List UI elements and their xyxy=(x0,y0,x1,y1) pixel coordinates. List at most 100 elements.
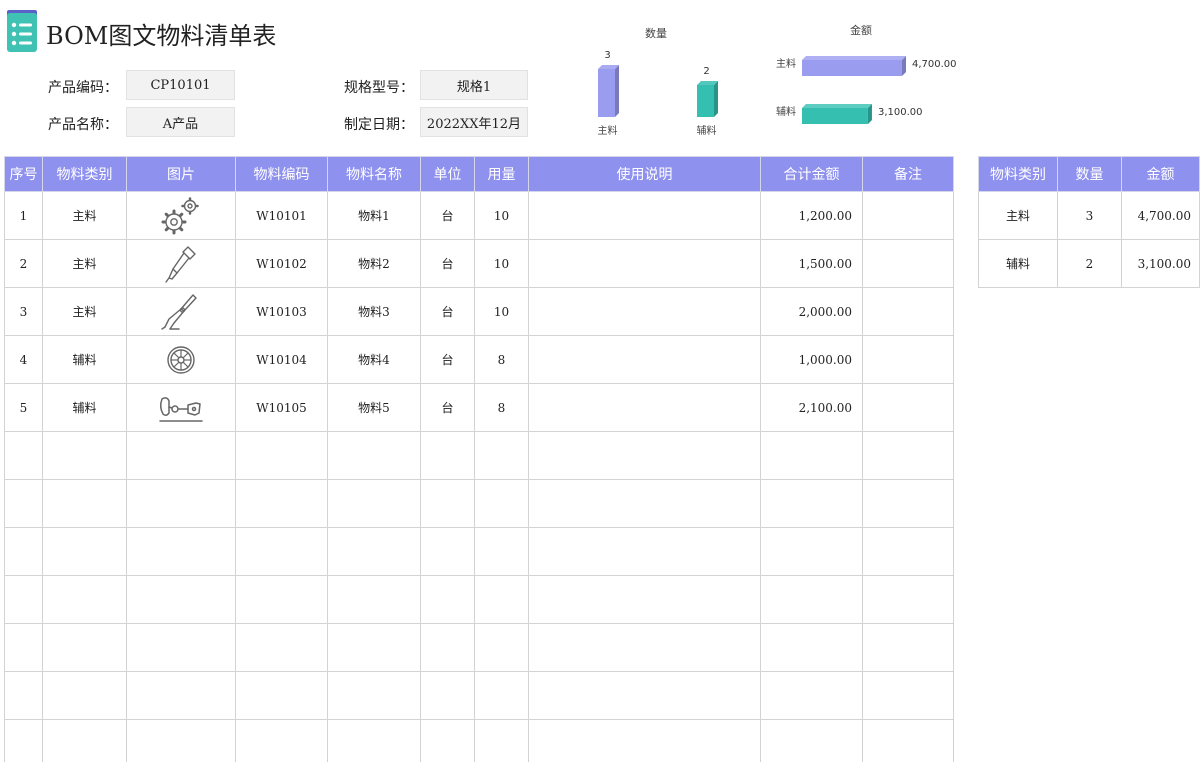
cell-qty[interactable]: 8 xyxy=(474,335,529,384)
cell-no[interactable]: 4 xyxy=(4,335,43,384)
summary-header-amount[interactable]: 金额 xyxy=(1121,156,1200,192)
empty-cell[interactable] xyxy=(4,479,43,528)
summary-cell-amount[interactable]: 3,100.00 xyxy=(1121,239,1200,288)
cell-no[interactable]: 2 xyxy=(4,239,43,288)
empty-cell[interactable] xyxy=(528,431,761,480)
empty-cell[interactable] xyxy=(327,431,421,480)
cell-amount[interactable]: 2,100.00 xyxy=(760,383,863,432)
empty-cell[interactable] xyxy=(327,479,421,528)
header-name[interactable]: 物料名称 xyxy=(327,156,421,192)
empty-cell[interactable] xyxy=(760,623,863,672)
empty-cell[interactable] xyxy=(760,479,863,528)
spec-field[interactable]: 规格1 xyxy=(420,70,528,100)
empty-cell[interactable] xyxy=(126,671,236,720)
empty-cell[interactable] xyxy=(862,575,954,624)
empty-cell[interactable] xyxy=(528,575,761,624)
cell-picture[interactable] xyxy=(126,383,236,432)
empty-cell[interactable] xyxy=(327,527,421,576)
empty-cell[interactable] xyxy=(528,479,761,528)
cell-note[interactable] xyxy=(862,383,954,432)
empty-cell[interactable] xyxy=(235,575,328,624)
cell-name[interactable]: 物料3 xyxy=(327,287,421,336)
summary-cell-qty[interactable]: 3 xyxy=(1057,191,1122,240)
empty-cell[interactable] xyxy=(420,671,475,720)
empty-cell[interactable] xyxy=(42,575,127,624)
cell-amount[interactable]: 1,200.00 xyxy=(760,191,863,240)
summary-cell-category[interactable]: 辅料 xyxy=(978,239,1058,288)
empty-cell[interactable] xyxy=(126,431,236,480)
empty-cell[interactable] xyxy=(528,527,761,576)
cell-unit[interactable]: 台 xyxy=(420,335,475,384)
cell-name[interactable]: 物料2 xyxy=(327,239,421,288)
cell-code[interactable]: W10101 xyxy=(235,191,328,240)
header-unit[interactable]: 单位 xyxy=(420,156,475,192)
empty-cell[interactable] xyxy=(760,431,863,480)
empty-cell[interactable] xyxy=(862,623,954,672)
cell-qty[interactable]: 10 xyxy=(474,191,529,240)
cell-picture[interactable] xyxy=(126,239,236,288)
summary-cell-amount[interactable]: 4,700.00 xyxy=(1121,191,1200,240)
cell-name[interactable]: 物料5 xyxy=(327,383,421,432)
cell-unit[interactable]: 台 xyxy=(420,287,475,336)
empty-cell[interactable] xyxy=(235,623,328,672)
empty-cell[interactable] xyxy=(42,479,127,528)
date-field[interactable]: 2022XX年12月 xyxy=(420,107,528,137)
empty-cell[interactable] xyxy=(474,527,529,576)
summary-cell-category[interactable]: 主料 xyxy=(978,191,1058,240)
empty-cell[interactable] xyxy=(4,527,43,576)
empty-cell[interactable] xyxy=(327,623,421,672)
summary-header-category[interactable]: 物料类别 xyxy=(978,156,1058,192)
empty-cell[interactable] xyxy=(126,479,236,528)
empty-cell[interactable] xyxy=(42,527,127,576)
empty-cell[interactable] xyxy=(420,719,475,762)
empty-cell[interactable] xyxy=(420,479,475,528)
cell-qty[interactable]: 10 xyxy=(474,287,529,336)
cell-name[interactable]: 物料4 xyxy=(327,335,421,384)
empty-cell[interactable] xyxy=(420,431,475,480)
empty-cell[interactable] xyxy=(4,719,43,762)
cell-no[interactable]: 3 xyxy=(4,287,43,336)
header-picture[interactable]: 图片 xyxy=(126,156,236,192)
cell-no[interactable]: 1 xyxy=(4,191,43,240)
header-desc[interactable]: 使用说明 xyxy=(528,156,761,192)
empty-cell[interactable] xyxy=(862,719,954,762)
header-category[interactable]: 物料类别 xyxy=(42,156,127,192)
cell-note[interactable] xyxy=(862,287,954,336)
header-qty[interactable]: 用量 xyxy=(474,156,529,192)
empty-cell[interactable] xyxy=(528,719,761,762)
cell-code[interactable]: W10104 xyxy=(235,335,328,384)
empty-cell[interactable] xyxy=(4,623,43,672)
empty-cell[interactable] xyxy=(760,671,863,720)
cell-note[interactable] xyxy=(862,239,954,288)
empty-cell[interactable] xyxy=(42,623,127,672)
empty-cell[interactable] xyxy=(4,671,43,720)
empty-cell[interactable] xyxy=(474,719,529,762)
product-code-field[interactable]: CP10101 xyxy=(126,70,235,100)
empty-cell[interactable] xyxy=(474,671,529,720)
cell-picture[interactable] xyxy=(126,191,236,240)
empty-cell[interactable] xyxy=(327,719,421,762)
cell-unit[interactable]: 台 xyxy=(420,383,475,432)
empty-cell[interactable] xyxy=(235,527,328,576)
cell-desc[interactable] xyxy=(528,191,761,240)
cell-desc[interactable] xyxy=(528,287,761,336)
empty-cell[interactable] xyxy=(235,671,328,720)
header-no[interactable]: 序号 xyxy=(4,156,43,192)
empty-cell[interactable] xyxy=(862,671,954,720)
header-code[interactable]: 物料编码 xyxy=(235,156,328,192)
product-name-field[interactable]: A产品 xyxy=(126,107,235,137)
cell-qty[interactable]: 8 xyxy=(474,383,529,432)
empty-cell[interactable] xyxy=(528,623,761,672)
cell-unit[interactable]: 台 xyxy=(420,239,475,288)
empty-cell[interactable] xyxy=(760,575,863,624)
empty-cell[interactable] xyxy=(235,719,328,762)
empty-cell[interactable] xyxy=(420,623,475,672)
empty-cell[interactable] xyxy=(42,671,127,720)
empty-cell[interactable] xyxy=(42,431,127,480)
header-amount[interactable]: 合计金额 xyxy=(760,156,863,192)
empty-cell[interactable] xyxy=(474,479,529,528)
empty-cell[interactable] xyxy=(760,527,863,576)
header-note[interactable]: 备注 xyxy=(862,156,954,192)
cell-picture[interactable] xyxy=(126,287,236,336)
empty-cell[interactable] xyxy=(420,527,475,576)
